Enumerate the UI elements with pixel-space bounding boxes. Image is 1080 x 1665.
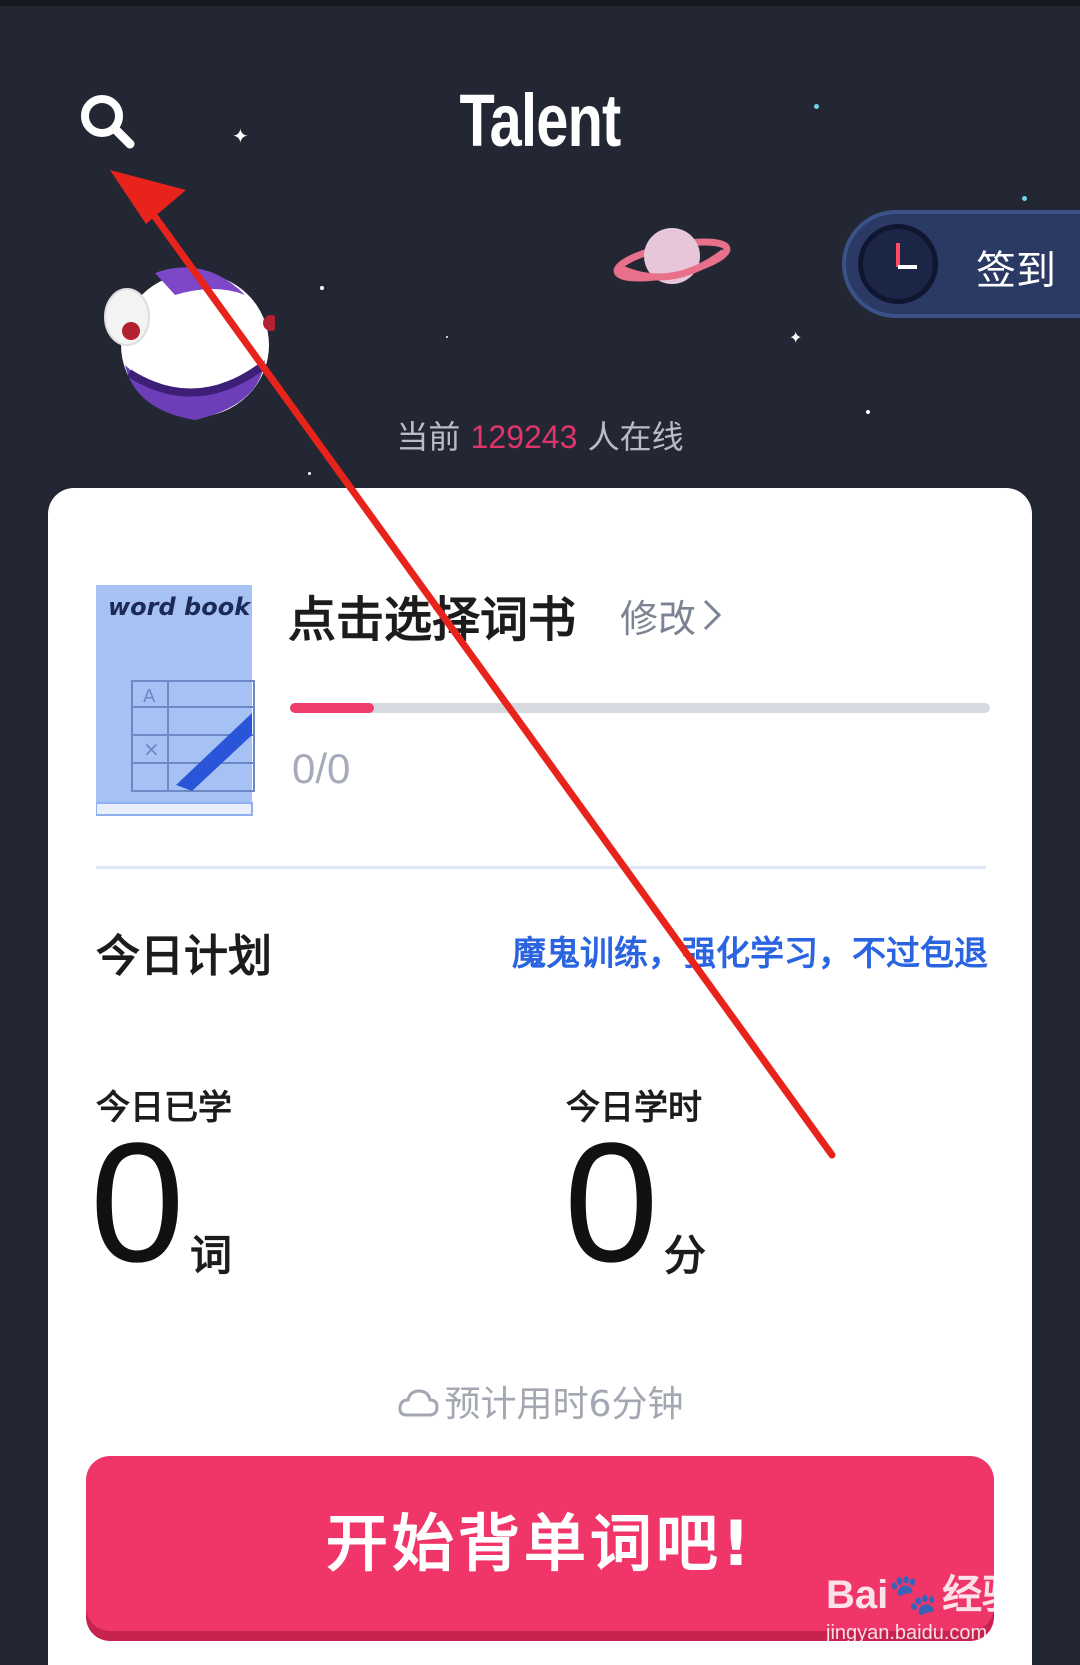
online-suffix: 人在线 — [587, 418, 684, 456]
section-divider — [96, 866, 986, 869]
star-dot — [446, 336, 448, 338]
book-progress-bar — [290, 703, 990, 713]
app-screen: ✦ ✦ Talent 签到 当前 129243 人在线 word book A … — [0, 0, 1080, 1665]
estimate-time: 预计用时6分钟 — [0, 1375, 1080, 1428]
clock-icon — [858, 224, 938, 304]
online-count: 129243 — [470, 419, 578, 455]
app-title: Talent — [459, 79, 621, 162]
study-time-unit: 分 — [664, 1231, 707, 1280]
estimate-text: 预计用时6分钟 — [444, 1384, 684, 1425]
book-cover-text: word book — [108, 593, 252, 621]
modify-label: 修改 — [620, 597, 697, 641]
mascot-illustration — [95, 255, 279, 429]
cover-letter-a: A — [143, 686, 156, 707]
watermark-brand: Bai — [826, 1573, 889, 1617]
online-prefix: 当前 — [396, 418, 461, 456]
learned-value: 0 — [90, 1108, 185, 1298]
cover-letter-x: × — [143, 737, 160, 761]
checkin-button[interactable]: 签到 — [842, 210, 1080, 318]
chevron-right-icon — [702, 597, 722, 641]
book-progress-text: 0/0 — [292, 745, 351, 792]
star-dot — [308, 472, 311, 475]
book-title[interactable]: 点击选择词书 — [288, 580, 576, 650]
watermark-brand-cn: 经验 — [942, 1572, 1023, 1618]
book-progress-fill — [290, 703, 374, 713]
learned-unit: 词 — [190, 1231, 233, 1280]
modify-link[interactable]: 修改 — [620, 588, 722, 643]
word-book-cover[interactable]: word book A × — [95, 585, 256, 821]
baidu-watermark: Bai🐾 经验 jingyan.baidu.com — [826, 1562, 1066, 1662]
star-dot — [1022, 196, 1027, 201]
online-status: 当前 129243 人在线 — [0, 412, 1080, 458]
planet-illustration — [612, 222, 732, 296]
study-time-value: 0 — [564, 1108, 659, 1298]
paw-icon: 🐾 — [888, 1573, 939, 1617]
cloud-icon — [397, 1385, 439, 1428]
star-icon: ✦ — [789, 328, 803, 347]
watermark-url: jingyan.baidu.com — [826, 1622, 988, 1644]
checkin-label: 签到 — [976, 248, 1056, 294]
star-dot — [320, 286, 324, 290]
training-slogan-link[interactable]: 魔鬼训练，强化学习，不过包退 — [512, 926, 988, 975]
plan-title: 今日计划 — [96, 931, 272, 982]
